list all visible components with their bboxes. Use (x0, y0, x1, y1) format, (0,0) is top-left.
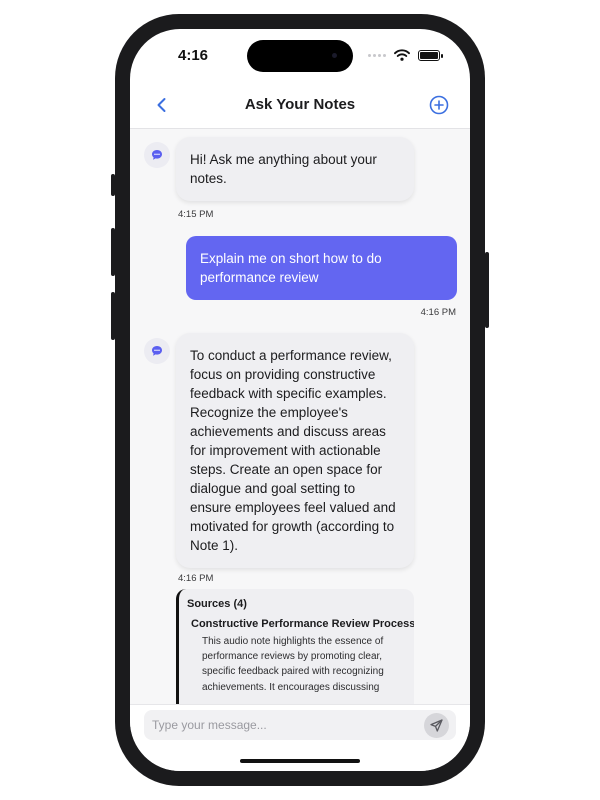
assistant-message: To conduct a performance review, focus o… (176, 333, 414, 568)
message-timestamp: 4:16 PM (420, 307, 456, 318)
wifi-icon (394, 49, 410, 61)
message-timestamp: 4:16 PM (178, 573, 214, 584)
send-button[interactable] (424, 713, 449, 738)
message-text: Explain me on short how to do performanc… (200, 251, 382, 285)
message-timestamp: 4:15 PM (178, 209, 214, 220)
message-text: Hi! Ask me anything about your notes. (190, 152, 377, 186)
page-title: Ask Your Notes (244, 96, 356, 113)
sources-card: Sources (4) Constructive Performance Rev… (176, 589, 414, 704)
chat-bubble-icon (152, 346, 162, 356)
plus-circle-icon[interactable] (428, 94, 450, 116)
source-description: This audio note highlights the essence o… (202, 636, 384, 693)
battery-icon (418, 49, 443, 61)
volume-up-button (111, 228, 115, 276)
assistant-avatar (144, 338, 170, 364)
assistant-avatar (144, 142, 170, 168)
dynamic-island (247, 40, 353, 72)
message-text: To conduct a performance review, focus o… (190, 348, 396, 553)
cellular-icon (368, 53, 386, 57)
silent-switch (111, 174, 115, 196)
navigation-bar: Ask Your Notes (130, 89, 470, 129)
chat-area[interactable]: Hi! Ask me anything about your notes. 4:… (130, 129, 470, 704)
chat-bubble-icon (152, 150, 162, 160)
status-time: 4:16 (178, 47, 209, 64)
status-icons (368, 49, 443, 61)
user-message: Explain me on short how to do performanc… (186, 236, 457, 300)
home-indicator (240, 759, 360, 763)
message-input[interactable] (144, 710, 456, 740)
source-item[interactable]: Constructive Performance Review Process … (187, 618, 414, 695)
send-icon (430, 719, 443, 732)
sources-title: Sources (4) (187, 598, 247, 610)
volume-down-button (111, 292, 115, 340)
assistant-message: Hi! Ask me anything about your notes. (176, 137, 414, 201)
phone-screen: 4:16 Ask Your Notes Hi! Ask me anything … (130, 29, 470, 771)
power-button (485, 252, 489, 328)
source-title: Constructive Performance Review Process (191, 618, 414, 630)
